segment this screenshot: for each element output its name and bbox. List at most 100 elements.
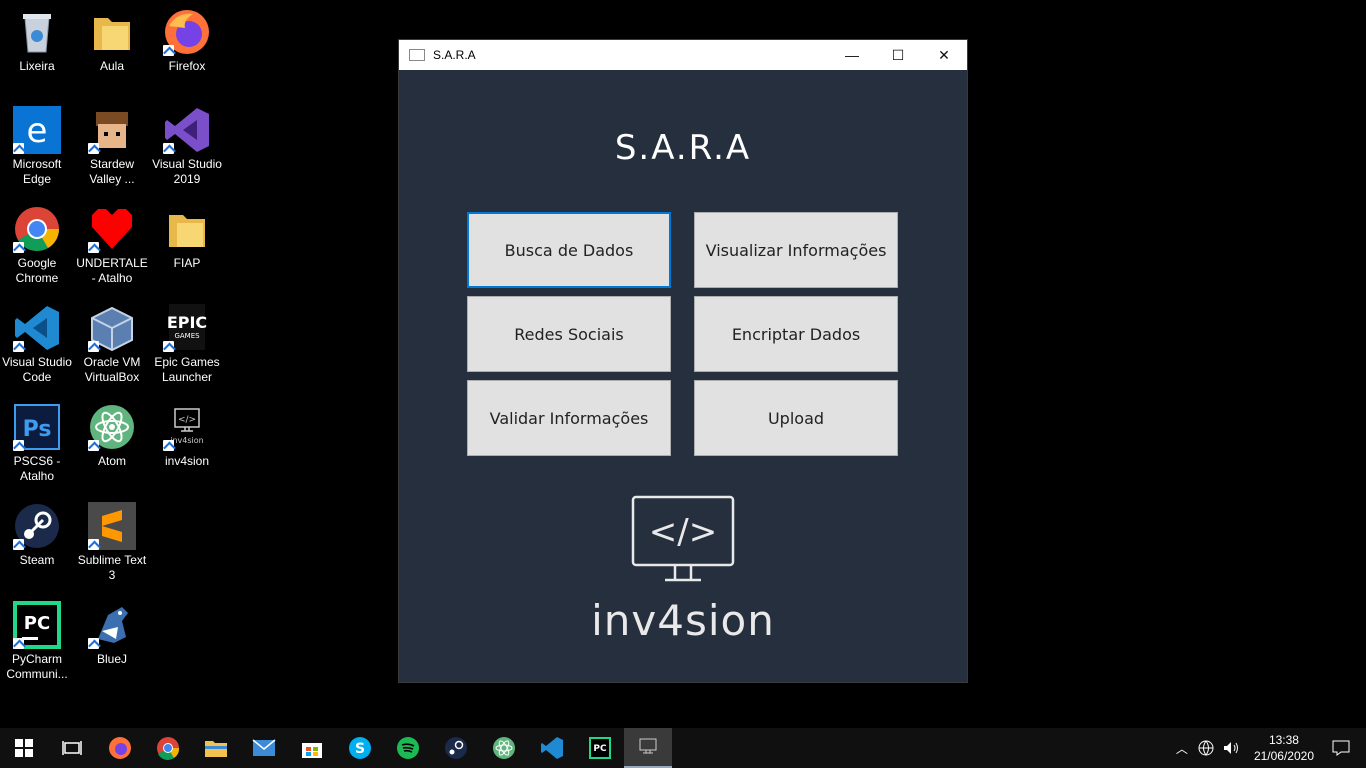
- photoshop-icon: Ps: [13, 403, 61, 451]
- folder-icon: [163, 205, 211, 253]
- desktop-icon-label: Oracle VM VirtualBox: [83, 355, 141, 384]
- taskbar-chrome[interactable]: [144, 728, 192, 768]
- taskbar-pycharm[interactable]: PC: [576, 728, 624, 768]
- mail-icon: [252, 739, 276, 756]
- validar-informacoes-button[interactable]: Validar Informações: [467, 380, 671, 456]
- volume-icon[interactable]: [1222, 740, 1240, 756]
- svg-text:Ps: Ps: [23, 417, 52, 442]
- skype-icon: S: [349, 737, 371, 759]
- taskbar: S PC ︿ 13:38 21/06/2020: [0, 728, 1366, 768]
- desktop-icon-label: BlueJ: [96, 652, 128, 666]
- visual-studio-icon: [163, 106, 211, 154]
- sublime-text-icon: [88, 502, 136, 550]
- taskbar-sara-app[interactable]: [624, 728, 672, 768]
- start-button[interactable]: [0, 728, 48, 768]
- atom-icon: [493, 737, 515, 759]
- steam-icon: [445, 737, 467, 759]
- network-globe-icon[interactable]: [1198, 740, 1214, 756]
- task-view-button[interactable]: [48, 728, 96, 768]
- desktop-icon-label: Lixeira: [19, 59, 55, 73]
- windows-icon: [15, 739, 33, 757]
- recycle-bin-icon: [13, 8, 61, 56]
- desktop-icon-undertale[interactable]: UNDERTALE - Atalho: [75, 205, 149, 286]
- svg-text:</>: </>: [649, 512, 717, 552]
- clock[interactable]: 13:38 21/06/2020: [1254, 732, 1314, 764]
- desktop-icon-edge[interactable]: e Microsoft Edge: [0, 106, 74, 187]
- sara-app-icon: [639, 738, 657, 754]
- svg-text:inv4sion: inv4sion: [170, 436, 203, 445]
- taskbar-atom[interactable]: [480, 728, 528, 768]
- svg-text:GAMES: GAMES: [174, 332, 200, 340]
- notifications-icon[interactable]: [1332, 740, 1350, 756]
- firefox-icon: [109, 737, 131, 759]
- taskbar-spotify[interactable]: [384, 728, 432, 768]
- sara-window: S.A.R.A — ☐ ✕ S.A.R.A Busca de Dados Vis…: [399, 40, 967, 682]
- desktop-icon-label: inv4sion: [164, 454, 210, 468]
- monitor-code-icon: </>: [631, 495, 735, 582]
- svg-text:EPIC: EPIC: [167, 313, 207, 332]
- desktop-icon-visual-studio[interactable]: Visual Studio 2019: [150, 106, 224, 187]
- desktop-icon-chrome[interactable]: Google Chrome: [0, 205, 74, 286]
- epic-games-icon: EPIC GAMES: [163, 304, 211, 352]
- chrome-icon: [157, 737, 180, 760]
- close-button[interactable]: ✕: [921, 40, 967, 70]
- svg-text:S: S: [355, 741, 365, 757]
- maximize-button[interactable]: ☐: [875, 40, 921, 70]
- brand-logo-text: inv4sion: [591, 596, 775, 645]
- redes-sociais-button[interactable]: Redes Sociais: [467, 296, 671, 372]
- steam-icon: [13, 502, 61, 550]
- taskbar-vscode[interactable]: [528, 728, 576, 768]
- desktop-icon-steam[interactable]: Steam: [0, 502, 74, 568]
- desktop-icon-label: Visual Studio Code: [2, 355, 72, 384]
- desktop-icon-label: Epic Games Launcher: [154, 355, 220, 384]
- desktop-icon-label: Microsoft Edge: [12, 157, 62, 186]
- desktop-icon-lixeira[interactable]: Lixeira: [0, 8, 74, 74]
- desktop-icon-vscode[interactable]: Visual Studio Code: [0, 304, 74, 385]
- vscode-icon: [13, 304, 61, 352]
- desktop-icon-firefox[interactable]: Firefox: [150, 8, 224, 74]
- firefox-icon: [163, 8, 211, 56]
- taskbar-mail[interactable]: [240, 728, 288, 768]
- desktop-icon-stardew[interactable]: Stardew Valley ...: [75, 106, 149, 187]
- desktop-icon-epic[interactable]: EPIC GAMES Epic Games Launcher: [150, 304, 224, 385]
- atom-icon: [88, 403, 136, 451]
- encriptar-dados-button[interactable]: Encriptar Dados: [694, 296, 898, 372]
- chrome-icon: [13, 205, 61, 253]
- taskbar-store[interactable]: [288, 728, 336, 768]
- taskbar-steam[interactable]: [432, 728, 480, 768]
- svg-text:e: e: [27, 111, 48, 151]
- clock-date: 21/06/2020: [1253, 749, 1314, 763]
- desktop-icon-photoshop[interactable]: Ps PSCS6 - Atalho: [0, 403, 74, 484]
- desktop-icon-label: Stardew Valley ...: [89, 157, 135, 186]
- desktop-icon-sublime[interactable]: Sublime Text 3: [75, 502, 149, 583]
- desktop-icon-fiap[interactable]: FIAP: [150, 205, 224, 271]
- desktop-icon-label: Sublime Text 3: [77, 553, 147, 582]
- chevron-up-icon[interactable]: ︿: [1176, 740, 1188, 757]
- taskbar-file-explorer[interactable]: [192, 728, 240, 768]
- desktop-icon-pycharm[interactable]: PC PyCharm Communi...: [0, 601, 74, 682]
- title-bar[interactable]: S.A.R.A — ☐ ✕: [399, 40, 967, 70]
- desktop-icon-inv4sion[interactable]: </> inv4sion inv4sion: [150, 403, 224, 469]
- taskbar-skype[interactable]: S: [336, 728, 384, 768]
- desktop-icon-aula[interactable]: Aula: [75, 8, 149, 74]
- minimize-button[interactable]: —: [829, 40, 875, 70]
- desktop-icon-bluej[interactable]: BlueJ: [75, 601, 149, 667]
- pycharm-icon: PC: [589, 737, 611, 759]
- busca-de-dados-button[interactable]: Busca de Dados: [467, 212, 671, 288]
- taskbar-firefox[interactable]: [96, 728, 144, 768]
- visualizar-informacoes-button[interactable]: Visualizar Informações: [694, 212, 898, 288]
- store-icon: [302, 743, 322, 758]
- spotify-icon: [397, 737, 419, 759]
- virtualbox-icon: [88, 304, 136, 352]
- desktop-icon-virtualbox[interactable]: Oracle VM VirtualBox: [75, 304, 149, 385]
- desktop-icon-label: Aula: [99, 59, 125, 73]
- desktop-icon-atom[interactable]: Atom: [75, 403, 149, 469]
- bluej-icon: [88, 601, 136, 649]
- desktop-icon-label: Firefox: [168, 59, 206, 73]
- app-icon: [409, 49, 425, 61]
- svg-text:PC: PC: [24, 613, 50, 634]
- desktop-icon-label: UNDERTALE - Atalho: [76, 256, 148, 285]
- edge-icon: e: [13, 106, 61, 154]
- upload-button[interactable]: Upload: [694, 380, 898, 456]
- desktop-icon-label: PyCharm Communi...: [6, 652, 68, 681]
